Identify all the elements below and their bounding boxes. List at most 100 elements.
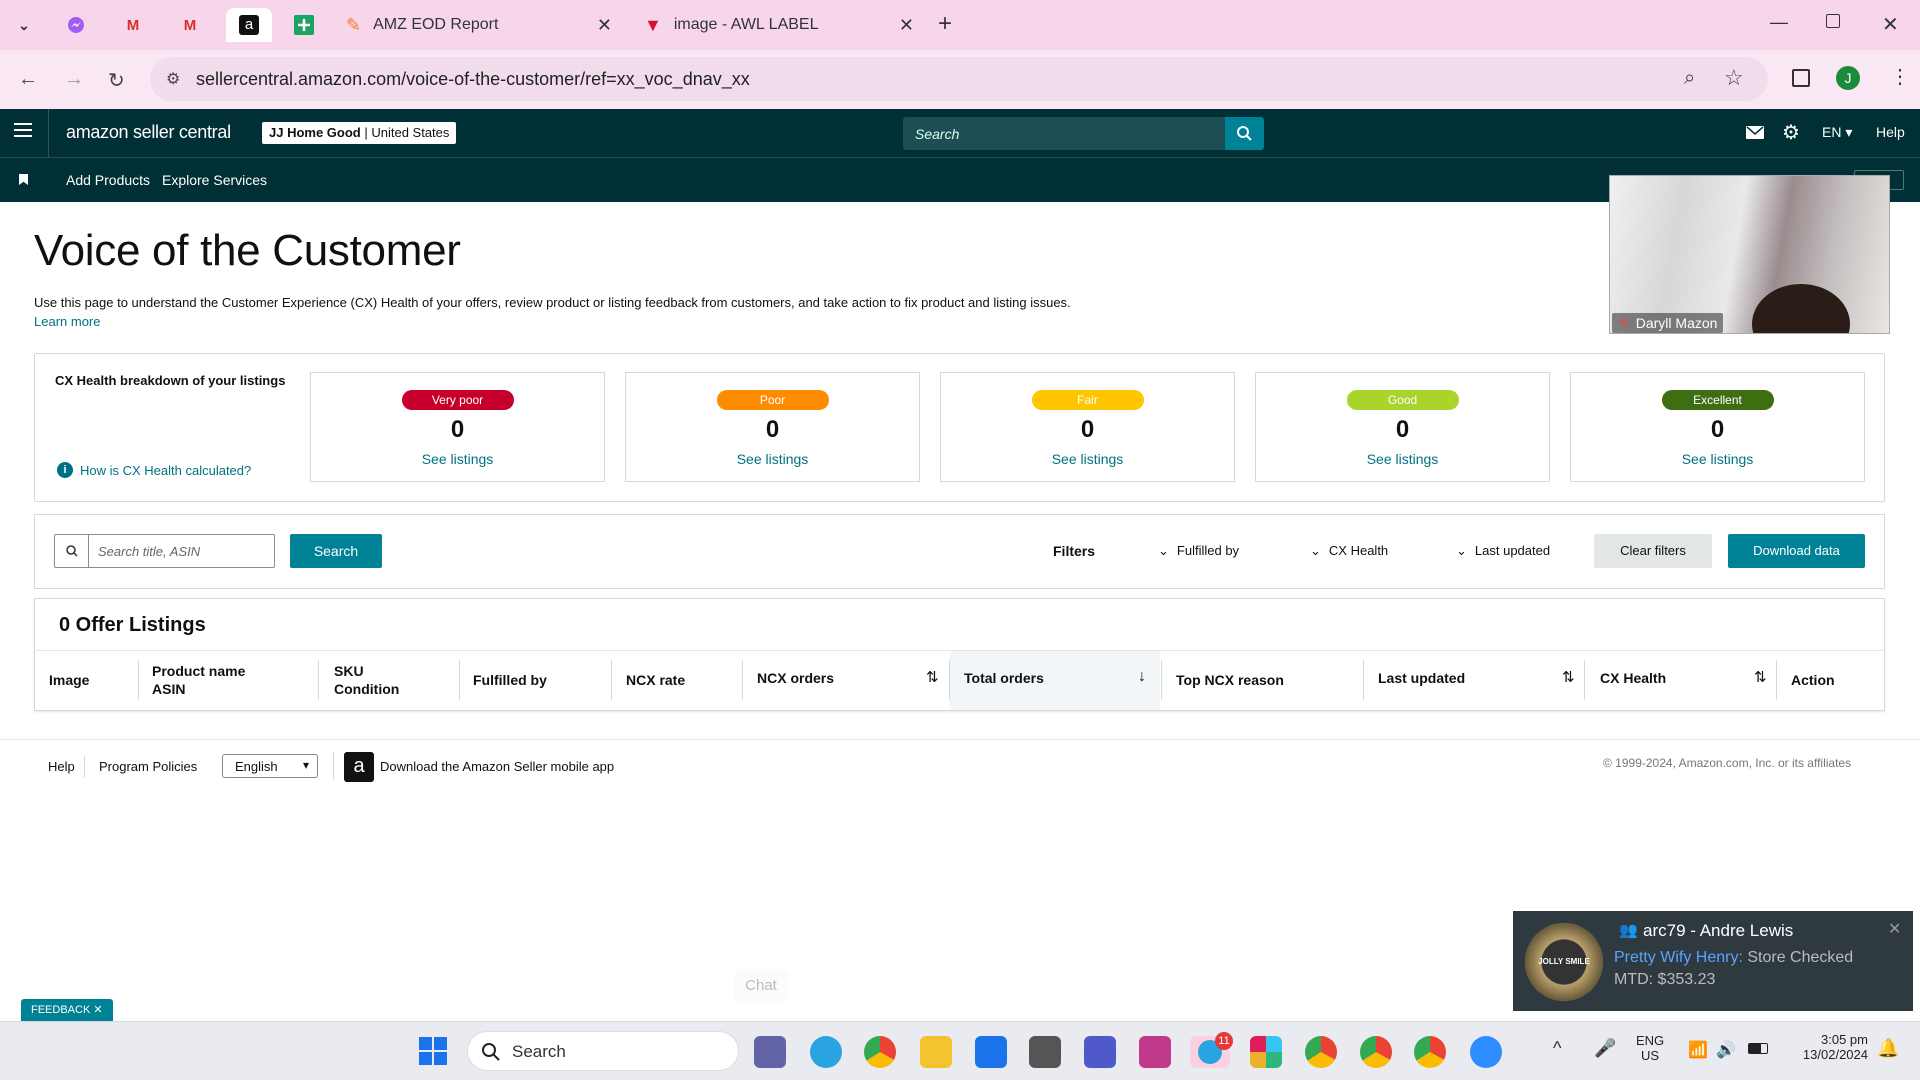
listings-title: 0 Offer Listings xyxy=(59,614,206,636)
listing-search-input[interactable]: Search title, ASIN xyxy=(54,534,275,568)
header-search-button[interactable] xyxy=(1225,117,1264,150)
filter-cx-health[interactable]: ⌄ CX Health xyxy=(1310,543,1388,559)
new-tab-icon[interactable]: + xyxy=(938,10,952,38)
filter-fulfilled-by[interactable]: ⌄ Fulfilled by xyxy=(1158,543,1239,559)
chat-notification[interactable]: JOLLY SMILE 👥 arc79 - Andre Lewis Pretty… xyxy=(1513,911,1913,1011)
tab-awl-label[interactable]: ▼ image - AWL LABEL ✕ xyxy=(636,8,922,42)
see-listings-link[interactable]: See listings xyxy=(311,451,604,467)
slack-icon[interactable] xyxy=(1250,1036,1282,1068)
filter-last-updated[interactable]: ⌄ Last updated xyxy=(1456,543,1550,559)
taskbar-search-box[interactable]: Search xyxy=(467,1031,739,1071)
calculator-icon[interactable] xyxy=(1029,1036,1061,1068)
footer-program-policies-link[interactable]: Program Policies xyxy=(99,759,197,774)
cx-health-calc-link[interactable]: How is CX Health calculated? xyxy=(80,463,251,478)
sort-icon[interactable]: ⇅ xyxy=(1754,668,1767,686)
footer-language-select[interactable]: English ▾ xyxy=(222,754,318,778)
sheets-tab-icon[interactable] xyxy=(290,12,318,38)
battery-icon[interactable] xyxy=(1748,1043,1768,1054)
col-total-orders[interactable]: Total orders xyxy=(964,670,1044,686)
language-selector[interactable]: EN ▾ xyxy=(1822,124,1852,141)
site-info-icon[interactable]: ⚙ xyxy=(166,69,180,89)
minimize-icon[interactable]: — xyxy=(1770,12,1788,33)
windows-start-icon[interactable] xyxy=(419,1037,447,1065)
see-listings-link[interactable]: See listings xyxy=(941,451,1234,467)
help-link[interactable]: Help xyxy=(1876,124,1905,140)
forward-icon[interactable]: → xyxy=(64,68,84,91)
close-icon[interactable]: ✕ xyxy=(93,1004,102,1016)
messenger-tab-icon[interactable] xyxy=(62,12,90,38)
see-listings-link[interactable]: See listings xyxy=(1256,451,1549,467)
profile-avatar[interactable]: J xyxy=(1836,66,1860,90)
microphone-icon[interactable]: 🎤 xyxy=(1594,1038,1616,1059)
browser-menu-icon[interactable]: ⋮ xyxy=(1890,64,1910,89)
chrome-profile-icon-2[interactable] xyxy=(1360,1036,1392,1068)
volume-icon[interactable]: 🔊 xyxy=(1716,1040,1736,1060)
header-search-input[interactable]: Search xyxy=(903,117,1264,150)
col-last-updated[interactable]: Last updated xyxy=(1378,670,1465,686)
sort-icon[interactable]: ⇅ xyxy=(1562,668,1575,686)
telegram-active-icon[interactable]: 11 xyxy=(1190,1032,1233,1068)
footer-help-link[interactable]: Help xyxy=(48,759,75,774)
gmail-tab-icon[interactable]: M xyxy=(119,12,147,38)
chat-button[interactable]: Chat xyxy=(734,970,788,1002)
back-icon[interactable]: ← xyxy=(18,68,38,91)
col-product-name[interactable]: Product name xyxy=(152,663,245,679)
notepad-icon[interactable] xyxy=(975,1036,1007,1068)
amazon-logo[interactable]: amazon seller central xyxy=(66,122,231,143)
settings-gear-icon[interactable]: ⚙ xyxy=(1782,120,1800,145)
language-indicator[interactable]: ENG US xyxy=(1636,1033,1664,1063)
nav-explore-services[interactable]: Explore Services xyxy=(162,172,267,188)
col-ncx-orders[interactable]: NCX orders xyxy=(757,670,834,686)
sort-descending-icon[interactable]: ↓ xyxy=(1138,668,1146,686)
close-tab-icon[interactable]: ✕ xyxy=(597,15,612,36)
zoom-icon[interactable]: ⌕ xyxy=(1684,67,1695,90)
col-top-ncx-reason[interactable]: Top NCX reason xyxy=(1176,672,1284,688)
notification-bell-icon[interactable]: 🔔 xyxy=(1877,1038,1899,1059)
restore-icon[interactable] xyxy=(1826,14,1840,28)
chevron-down-icon: ⌄ xyxy=(1310,543,1321,558)
tab-amz-eod-report[interactable]: ✎ AMZ EOD Report ✕ xyxy=(340,8,626,42)
clear-filters-button[interactable]: Clear filters xyxy=(1594,534,1712,568)
col-fulfilled-by[interactable]: Fulfilled by xyxy=(473,672,547,688)
tray-chevron-up-icon[interactable]: ^ xyxy=(1553,1038,1561,1059)
chrome-profile-icon[interactable] xyxy=(1305,1036,1337,1068)
bookmark-star-icon[interactable]: ☆ xyxy=(1724,65,1744,91)
wifi-icon[interactable]: 📶 xyxy=(1688,1040,1708,1060)
feedback-tab[interactable]: FEEDBACK ✕ xyxy=(21,999,113,1021)
col-ncx-rate[interactable]: NCX rate xyxy=(626,672,685,688)
sort-icon[interactable]: ⇅ xyxy=(926,668,939,686)
amazon-tab[interactable]: a xyxy=(226,8,272,42)
chrome-icon[interactable] xyxy=(864,1036,896,1068)
telegram-icon[interactable] xyxy=(810,1036,842,1068)
see-listings-link[interactable]: See listings xyxy=(1571,451,1864,467)
amazon-app-icon[interactable]: a xyxy=(344,752,374,782)
chrome-active-icon[interactable] xyxy=(1414,1036,1446,1068)
side-panel-icon[interactable] xyxy=(1792,69,1810,87)
close-window-icon[interactable]: ✕ xyxy=(1882,12,1899,37)
file-explorer-icon[interactable] xyxy=(920,1036,952,1068)
video-call-overlay[interactable]: ✎ Daryll Mazon xyxy=(1609,175,1890,334)
gmail-tab-icon-2[interactable]: M xyxy=(176,12,204,38)
bookmark-icon[interactable] xyxy=(19,174,28,185)
download-data-button[interactable]: Download data xyxy=(1728,534,1865,568)
url-field[interactable]: ⚙ sellercentral.amazon.com/voice-of-the-… xyxy=(150,57,1768,101)
teams-icon[interactable] xyxy=(1084,1036,1116,1068)
snipping-tool-icon[interactable] xyxy=(1139,1036,1171,1068)
store-selector[interactable]: JJ Home Good | United States xyxy=(262,122,457,144)
col-sku[interactable]: SKU xyxy=(334,663,364,679)
search-button[interactable]: Search xyxy=(290,534,382,568)
clock[interactable]: 3:05 pm 13/02/2024 xyxy=(1788,1032,1868,1062)
meet-icon[interactable] xyxy=(754,1036,786,1068)
download-app-link[interactable]: Download the Amazon Seller mobile app xyxy=(380,759,614,774)
mail-icon[interactable] xyxy=(1746,126,1764,139)
see-listings-link[interactable]: See listings xyxy=(626,451,919,467)
reload-icon[interactable]: ↻ xyxy=(108,68,125,93)
zoom-icon[interactable] xyxy=(1470,1036,1502,1068)
nav-add-products[interactable]: Add Products xyxy=(66,172,150,188)
tab-search-chevron-icon[interactable]: ⌄ xyxy=(10,12,38,38)
learn-more-link[interactable]: Learn more xyxy=(34,314,100,329)
close-icon[interactable]: ✕ xyxy=(1888,919,1901,939)
hamburger-menu-icon[interactable] xyxy=(14,123,32,137)
col-cx-health[interactable]: CX Health xyxy=(1600,670,1666,686)
close-tab-icon[interactable]: ✕ xyxy=(899,15,914,36)
